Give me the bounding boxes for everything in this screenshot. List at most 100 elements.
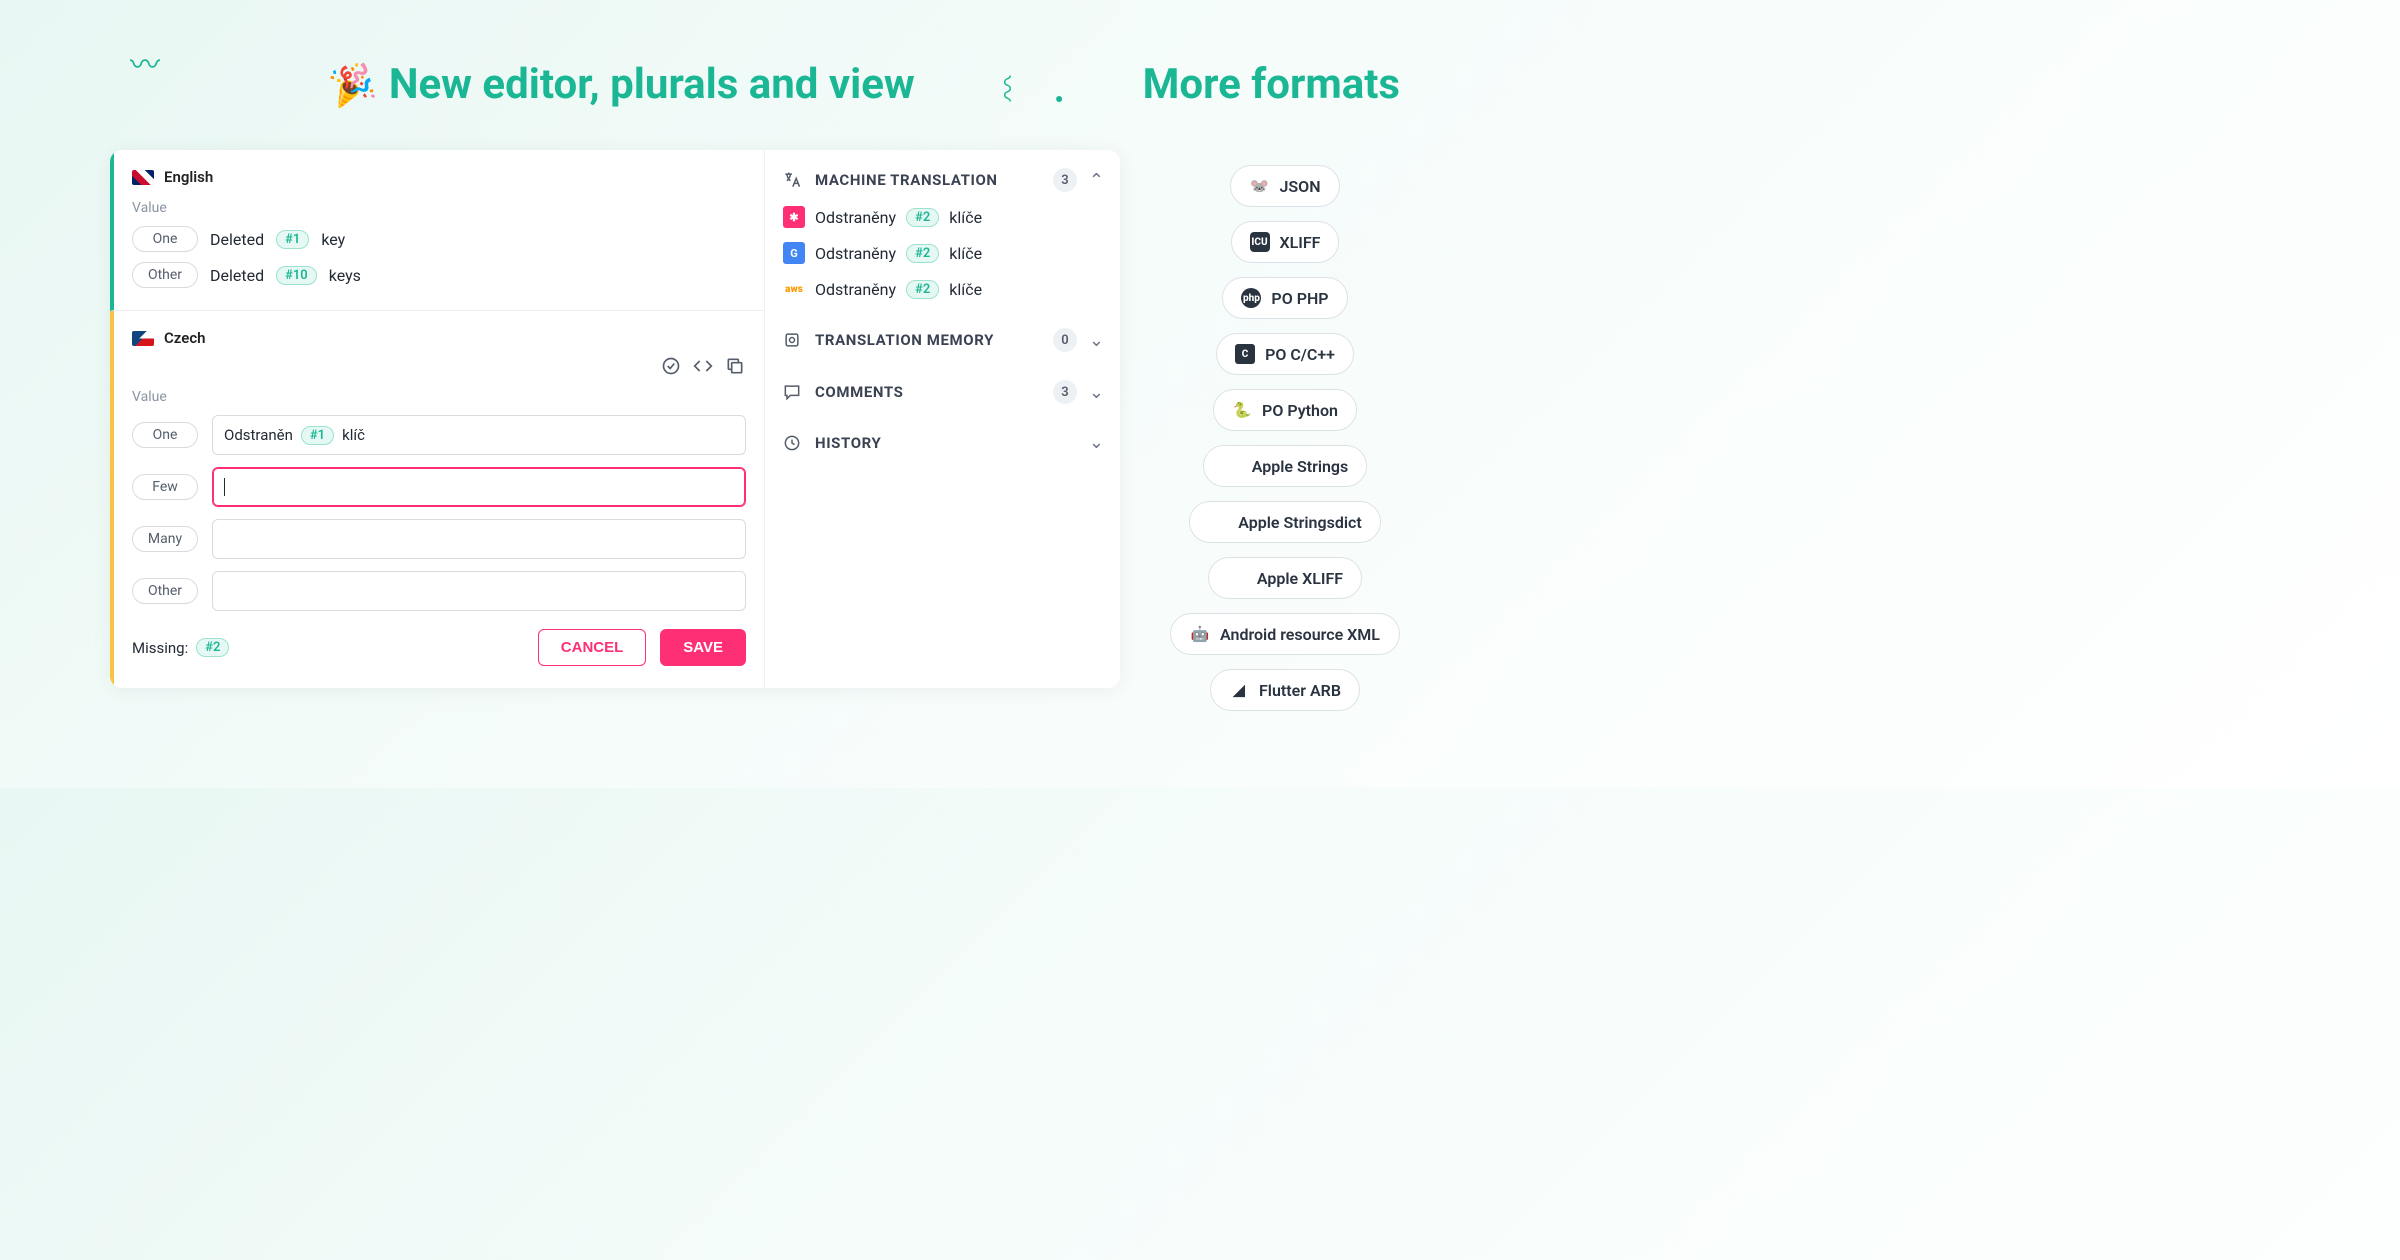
comment-icon xyxy=(781,382,803,402)
chevron-down-icon: ⌄ xyxy=(1089,330,1104,351)
format-chip-android-xml[interactable]: 🤖Android resource XML xyxy=(1170,613,1400,655)
source-plural-row: Other Deleted #10 keys xyxy=(132,262,746,288)
mt-text: Odstraněny xyxy=(815,244,896,263)
editor-footer: Missing: #2 CANCEL SAVE xyxy=(132,629,746,666)
editor-right-pane: MACHINE TRANSLATION 3 ⌃ ✱ Odstraněny #2 … xyxy=(765,150,1120,688)
plural-text: klíč xyxy=(342,426,365,444)
format-chip-po-c[interactable]: CPO C/C++ xyxy=(1216,333,1354,375)
mt-suggestion-row[interactable]: aws Odstraněny #2 klíče xyxy=(781,278,1104,300)
source-language-header: English xyxy=(132,168,746,186)
history-panel-header[interactable]: HISTORY ⌄ xyxy=(781,432,1104,453)
mt-text: Odstraněny xyxy=(815,208,896,227)
plural-text: Deleted xyxy=(210,266,264,285)
format-chip-po-python[interactable]: 🐍PO Python xyxy=(1213,389,1357,431)
c-icon: C xyxy=(1235,344,1255,364)
editor-tools-row xyxy=(132,355,746,377)
plural-form-badge: Other xyxy=(132,262,198,288)
translate-icon xyxy=(781,170,803,190)
save-button[interactable]: SAVE xyxy=(660,629,746,666)
copy-icon[interactable] xyxy=(724,355,746,377)
mt-suggestion-row[interactable]: ✱ Odstraněny #2 klíče xyxy=(781,206,1104,228)
apple-icon xyxy=(1208,512,1228,532)
caret-icon xyxy=(224,478,225,496)
count-chip: #1 xyxy=(276,230,309,249)
format-chip-apple-xliff[interactable]: Apple XLIFF xyxy=(1208,557,1362,599)
format-chip-flutter-arb[interactable]: ◢Flutter ARB xyxy=(1210,669,1360,711)
plural-form-badge: Other xyxy=(132,578,198,604)
mt-count-badge: 3 xyxy=(1053,168,1077,192)
format-chip-json[interactable]: 🐭JSON xyxy=(1230,165,1339,207)
plural-text: Deleted xyxy=(210,230,264,249)
plural-input-many[interactable] xyxy=(212,519,746,559)
python-icon: 🐍 xyxy=(1232,400,1252,420)
history-panel: HISTORY ⌄ xyxy=(781,432,1104,453)
plural-form-badge: One xyxy=(132,226,198,252)
target-language-section: Czech Value One Odstraněn #1 klíč Few xyxy=(110,311,764,688)
plural-input-one[interactable]: Odstraněn #1 klíč xyxy=(212,415,746,455)
count-chip: #1 xyxy=(301,426,334,445)
mt-suggestion-row[interactable]: G Odstraněny #2 klíče xyxy=(781,242,1104,264)
decoration-dot: ● xyxy=(1055,90,1063,107)
validate-icon[interactable] xyxy=(660,355,682,377)
format-chip-xliff[interactable]: ICUXLIFF xyxy=(1231,221,1340,263)
chevron-up-icon: ⌃ xyxy=(1089,170,1104,191)
count-chip: #2 xyxy=(906,208,939,227)
editor-card: English Value One Deleted #1 key Other D… xyxy=(110,150,1120,688)
chevron-down-icon: ⌄ xyxy=(1089,382,1104,403)
android-icon: 🤖 xyxy=(1190,624,1210,644)
comments-panel-header[interactable]: COMMENTS 3 ⌄ xyxy=(781,380,1104,404)
source-language-section: English Value One Deleted #1 key Other D… xyxy=(110,150,764,311)
aws-provider-icon: aws xyxy=(783,278,805,300)
count-chip: #2 xyxy=(906,280,939,299)
flutter-icon: ◢ xyxy=(1229,680,1249,700)
cancel-button[interactable]: CANCEL xyxy=(538,629,647,666)
flag-gb-icon xyxy=(132,170,154,185)
plural-text: keys xyxy=(329,266,361,285)
tolgee-provider-icon: ✱ xyxy=(783,206,805,228)
count-chip: #2 xyxy=(906,244,939,263)
history-title: HISTORY xyxy=(815,434,1077,452)
target-plural-row: Few xyxy=(132,467,746,507)
plural-form-badge: Many xyxy=(132,526,198,552)
page-title: 🎉 New editor, plurals and view xyxy=(330,60,915,109)
code-icon[interactable] xyxy=(692,355,714,377)
format-chip-apple-strings[interactable]: Apple Strings xyxy=(1203,445,1368,487)
mt-panel-header[interactable]: MACHINE TRANSLATION 3 ⌃ xyxy=(781,168,1104,192)
plural-form-badge: One xyxy=(132,422,198,448)
icu-icon: ICU xyxy=(1250,232,1270,252)
comments-title: COMMENTS xyxy=(815,383,1041,401)
source-plural-row: One Deleted #1 key xyxy=(132,226,746,252)
target-language-name: Czech xyxy=(164,329,206,347)
decoration-squiggle: 〰 xyxy=(130,40,160,84)
tm-title: TRANSLATION MEMORY xyxy=(815,331,1041,349)
php-icon: php xyxy=(1241,288,1261,308)
mt-text: Odstraněny xyxy=(815,280,896,299)
plural-form-badge: Few xyxy=(132,474,198,500)
chevron-down-icon: ⌄ xyxy=(1089,432,1104,453)
mt-text: klíče xyxy=(949,280,982,299)
comments-count-badge: 3 xyxy=(1053,380,1077,404)
format-chip-po-php[interactable]: phpPO PHP xyxy=(1222,277,1347,319)
source-value-label: Value xyxy=(132,200,746,216)
decoration-squiggle: 〰 xyxy=(990,75,1027,101)
format-chip-apple-stringsdict[interactable]: Apple Stringsdict xyxy=(1189,501,1380,543)
flag-cz-icon xyxy=(132,331,154,346)
mt-text: klíče xyxy=(949,244,982,263)
json-icon: 🐭 xyxy=(1249,176,1269,196)
target-plural-row: One Odstraněn #1 klíč xyxy=(132,415,746,455)
plural-input-other[interactable] xyxy=(212,571,746,611)
editor-left-pane: English Value One Deleted #1 key Other D… xyxy=(110,150,765,688)
apple-icon xyxy=(1227,568,1247,588)
tm-count-badge: 0 xyxy=(1053,328,1077,352)
translation-memory-panel: TRANSLATION MEMORY 0 ⌄ xyxy=(781,328,1104,352)
plural-text: key xyxy=(321,230,345,249)
missing-label: Missing: xyxy=(132,639,188,657)
missing-count-chip: #2 xyxy=(196,638,229,657)
plural-input-few[interactable] xyxy=(212,467,746,507)
tm-panel-header[interactable]: TRANSLATION MEMORY 0 ⌄ xyxy=(781,328,1104,352)
machine-translation-panel: MACHINE TRANSLATION 3 ⌃ ✱ Odstraněny #2 … xyxy=(781,168,1104,300)
target-value-label: Value xyxy=(132,389,746,405)
plural-text: Odstraněn xyxy=(224,426,293,444)
comments-panel: COMMENTS 3 ⌄ xyxy=(781,380,1104,404)
memory-icon xyxy=(781,330,803,350)
